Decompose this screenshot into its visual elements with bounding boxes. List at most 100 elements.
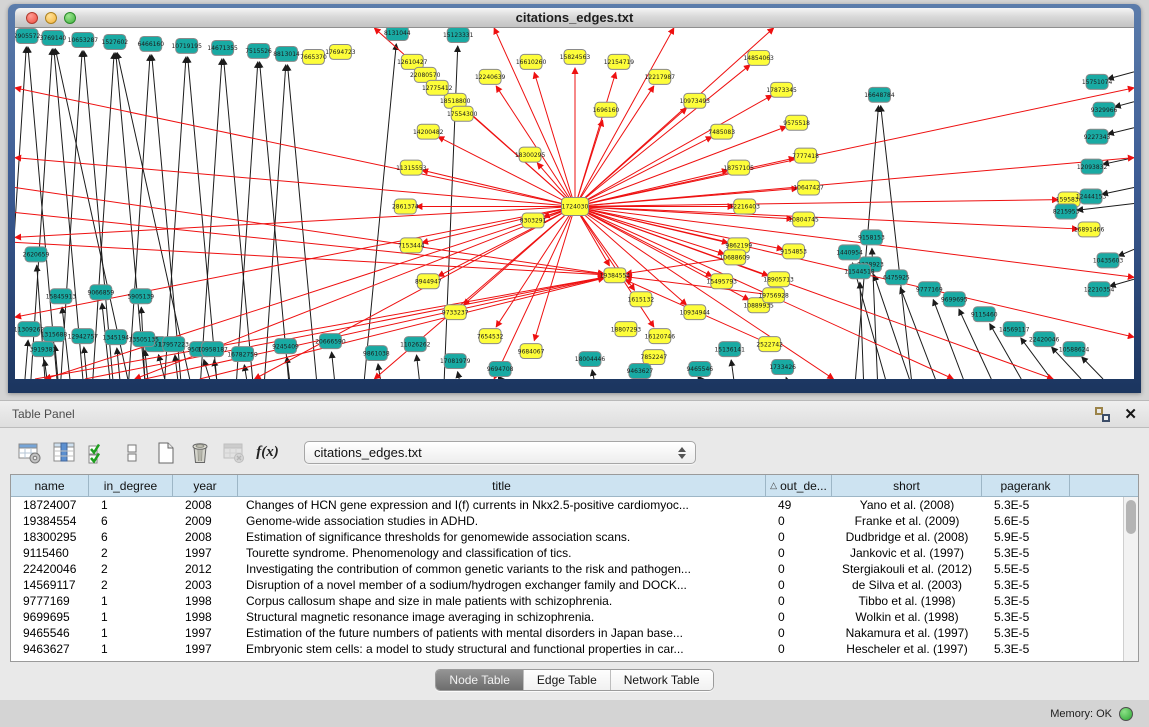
zoom-window-button[interactable] bbox=[64, 12, 76, 24]
cell-in-degree[interactable]: 2 bbox=[89, 577, 173, 593]
cell-in-degree[interactable]: 1 bbox=[89, 609, 173, 625]
graph-node[interactable] bbox=[42, 30, 64, 45]
graph-node[interactable] bbox=[630, 292, 652, 307]
table-row[interactable]: 946554611997Estimation of the future num… bbox=[11, 625, 1123, 641]
cell-name[interactable]: 19384554 bbox=[11, 513, 89, 529]
function-builder-icon[interactable]: f(x) bbox=[254, 439, 281, 466]
graph-node[interactable] bbox=[400, 238, 422, 253]
cell-out-de-[interactable]: 0 bbox=[766, 593, 832, 609]
cell-in-degree[interactable]: 1 bbox=[89, 593, 173, 609]
cell-out-de-[interactable]: 0 bbox=[766, 625, 832, 641]
cell-year[interactable]: 2012 bbox=[173, 561, 238, 577]
cell-pagerank[interactable]: 5.3E-5 bbox=[982, 609, 1070, 625]
scrollbar-thumb[interactable] bbox=[1126, 500, 1136, 534]
column-header-in-degree[interactable]: in_degree bbox=[89, 475, 173, 496]
graph-node[interactable] bbox=[973, 307, 995, 322]
cell-year[interactable]: 2008 bbox=[173, 529, 238, 545]
graph-node[interactable] bbox=[212, 40, 234, 55]
cell-short[interactable]: Tibbo et al. (1998) bbox=[832, 593, 982, 609]
cell-out-de-[interactable]: 0 bbox=[766, 561, 832, 577]
cell-title[interactable]: Tourette syndrome. Phenomenology and cla… bbox=[238, 545, 766, 561]
cell-in-degree[interactable]: 1 bbox=[89, 497, 173, 513]
graph-node[interactable] bbox=[133, 332, 155, 347]
graph-node[interactable] bbox=[329, 44, 351, 59]
graph-node[interactable] bbox=[1055, 204, 1077, 219]
graph-node[interactable] bbox=[564, 49, 586, 64]
graph-node[interactable] bbox=[400, 160, 422, 175]
cell-year[interactable]: 1998 bbox=[173, 593, 238, 609]
table-selector-dropdown[interactable]: citations_edges.txt bbox=[304, 441, 696, 464]
table-row[interactable]: 1456911722003Disruption of a novel membe… bbox=[11, 577, 1123, 593]
tab-network-table[interactable]: Network Table bbox=[611, 670, 713, 690]
cell-pagerank[interactable]: 5.5E-5 bbox=[982, 561, 1070, 577]
table-row[interactable]: 911546021997Tourette syndrome. Phenomeno… bbox=[11, 545, 1123, 561]
graph-node[interactable] bbox=[417, 124, 439, 139]
delete-table-icon[interactable] bbox=[220, 439, 247, 466]
cell-name[interactable]: 9699695 bbox=[11, 609, 89, 625]
cell-year[interactable]: 2008 bbox=[173, 497, 238, 513]
cell-short[interactable]: Jankovic et al. (1997) bbox=[832, 545, 982, 561]
graph-node[interactable] bbox=[759, 337, 781, 352]
graph-node[interactable] bbox=[711, 124, 733, 139]
cell-in-degree[interactable]: 1 bbox=[89, 625, 173, 641]
delete-column-icon[interactable] bbox=[186, 439, 213, 466]
cell-short[interactable]: Franke et al. (2009) bbox=[832, 513, 982, 529]
cell-name[interactable]: 18300295 bbox=[11, 529, 89, 545]
column-header-name[interactable]: name bbox=[11, 475, 89, 496]
graph-node[interactable] bbox=[522, 213, 544, 228]
graph-node[interactable] bbox=[604, 268, 626, 283]
cell-out-de-[interactable]: 0 bbox=[766, 609, 832, 625]
cell-name[interactable]: 9777169 bbox=[11, 593, 89, 609]
cell-title[interactable]: Disruption of a novel member of a sodium… bbox=[238, 577, 766, 593]
graph-node[interactable] bbox=[629, 364, 651, 379]
cell-in-degree[interactable]: 6 bbox=[89, 529, 173, 545]
cell-short[interactable]: Dudbridge et al. (2008) bbox=[832, 529, 982, 545]
cell-short[interactable]: de Silva et al. (2003) bbox=[832, 577, 982, 593]
cell-in-degree[interactable]: 2 bbox=[89, 545, 173, 561]
graph-node[interactable] bbox=[447, 28, 469, 42]
graph-node[interactable] bbox=[479, 69, 501, 84]
cell-title[interactable]: Structural magnetic resonance image aver… bbox=[238, 609, 766, 625]
graph-node[interactable] bbox=[202, 342, 224, 357]
graph-node[interactable] bbox=[18, 322, 40, 337]
graph-node[interactable] bbox=[72, 329, 94, 344]
cell-out-de-[interactable]: 49 bbox=[766, 497, 832, 513]
graph-node[interactable] bbox=[417, 274, 439, 289]
graph-node[interactable] bbox=[595, 102, 617, 117]
graph-node[interactable] bbox=[795, 148, 817, 163]
graph-node[interactable] bbox=[1097, 253, 1119, 268]
table-scrollbar[interactable] bbox=[1123, 497, 1138, 661]
cell-title[interactable]: Estimation of the future numbers of pati… bbox=[238, 625, 766, 641]
create-column-icon[interactable] bbox=[152, 439, 179, 466]
graph-node[interactable] bbox=[608, 54, 630, 69]
graph-node[interactable] bbox=[562, 198, 589, 216]
cell-pagerank[interactable]: 5.3E-5 bbox=[982, 577, 1070, 593]
tab-node-table[interactable]: Node Table bbox=[436, 670, 524, 690]
graph-node[interactable] bbox=[684, 93, 706, 108]
cell-pagerank[interactable]: 5.9E-5 bbox=[982, 529, 1070, 545]
table-row[interactable]: 2242004622012Investigating the contribut… bbox=[11, 561, 1123, 577]
table-row[interactable]: 1938455462009Genome-wide association stu… bbox=[11, 513, 1123, 529]
row-options-icon[interactable] bbox=[118, 439, 145, 466]
graph-node[interactable] bbox=[519, 147, 541, 162]
graph-node[interactable] bbox=[90, 285, 112, 300]
graph-node[interactable] bbox=[1086, 129, 1108, 144]
cell-pagerank[interactable]: 5.3E-5 bbox=[982, 593, 1070, 609]
graph-node[interactable] bbox=[140, 36, 162, 51]
graph-node[interactable] bbox=[275, 339, 297, 354]
minimize-window-button[interactable] bbox=[45, 12, 57, 24]
cell-title[interactable]: Changes of HCN gene expression and I(f) … bbox=[238, 497, 766, 513]
graph-node[interactable] bbox=[849, 264, 871, 279]
graph-node[interactable] bbox=[404, 337, 426, 352]
table-row[interactable]: 969969511998Structural magnetic resonanc… bbox=[11, 609, 1123, 625]
column-header-pagerank[interactable]: pagerank bbox=[982, 475, 1070, 496]
cell-out-de-[interactable]: 0 bbox=[766, 641, 832, 657]
cell-out-de-[interactable]: 0 bbox=[766, 577, 832, 593]
cell-pagerank[interactable]: 5.3E-5 bbox=[982, 625, 1070, 641]
cell-year[interactable]: 1998 bbox=[173, 609, 238, 625]
cell-name[interactable]: 9115460 bbox=[11, 545, 89, 561]
graph-node[interactable] bbox=[1033, 332, 1055, 347]
graph-node[interactable] bbox=[426, 80, 448, 95]
graph-node[interactable] bbox=[232, 347, 254, 362]
graph-node[interactable] bbox=[276, 46, 298, 61]
